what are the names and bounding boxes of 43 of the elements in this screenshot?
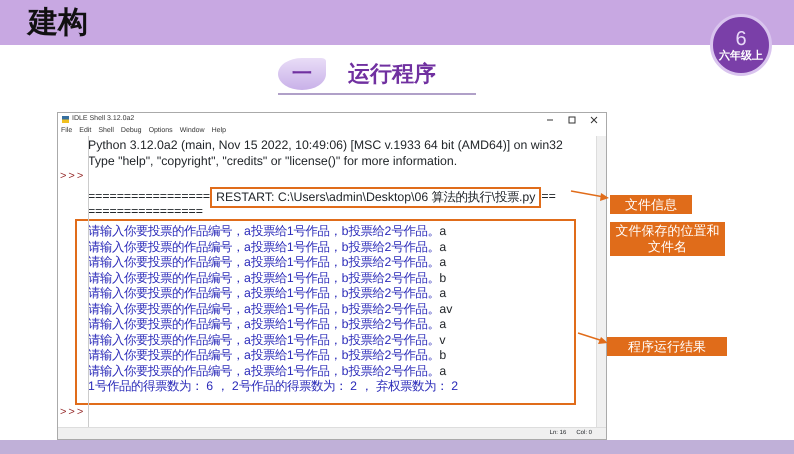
prompt: >>>	[59, 169, 86, 184]
scrollbar[interactable]	[596, 136, 606, 427]
input-text: a	[439, 240, 446, 255]
close-icon[interactable]	[590, 116, 598, 124]
prompt-text: 请输入你要投票的作品编号，a投票给1号作品，b投票给2号作品。	[88, 286, 440, 302]
output-line: Python 3.12.0a2 (main, Nov 15 2022, 10:49:06) [MSC v.1933 64 bit (AMD64)] on win32	[88, 138, 563, 154]
prompt-text: 请输入你要投票的作品编号，a投票给1号作品，b投票给2号作品。	[88, 348, 440, 364]
separator-text: ==	[541, 189, 556, 205]
prompt-text: 请输入你要投票的作品编号，a投票给1号作品，b投票给2号作品。	[88, 255, 440, 270]
arrow	[578, 332, 608, 344]
input-text: a	[439, 286, 446, 302]
prompt-text: 请输入你要投票的作品编号，a投票给1号作品，b投票给2号作品。	[88, 270, 440, 286]
input-text: b	[439, 270, 446, 286]
output-line: ================	[88, 207, 203, 217]
arrow	[570, 190, 609, 201]
prompt-text: 请输入你要投票的作品编号，a投票给1号作品，b投票给2号作品。	[88, 240, 440, 255]
section-number: 一	[278, 58, 326, 90]
section-title: 运行程序	[348, 60, 436, 88]
prompt: >>>	[59, 404, 86, 420]
grade-number: 6	[735, 28, 747, 48]
input-text: v	[439, 332, 446, 348]
prompt-text: 请输入你要投票的作品编号，a投票给1号作品，b投票给2号作品。	[88, 302, 440, 317]
python-icon	[62, 116, 69, 123]
prompt-text: 请输入你要投票的作品编号，a投票给1号作品，b投票给2号作品。	[88, 317, 440, 332]
input-text: a	[439, 224, 446, 240]
output-line: Type "help", "copyright", "credits" or "license()" for more information.	[88, 154, 458, 169]
grade-label: 六年级上	[719, 50, 763, 62]
input-text: b	[439, 348, 446, 364]
input-text: a	[439, 317, 446, 332]
maximize-icon[interactable]	[568, 116, 576, 124]
prompt-text: 请输入你要投票的作品编号，a投票给1号作品，b投票给2号作品。	[88, 224, 440, 240]
callout-label: 文件信息	[610, 195, 692, 214]
callout-label: 程序运行结果	[607, 337, 727, 356]
input-text: av	[439, 302, 452, 317]
input-text: a	[439, 364, 446, 379]
slide-title: 建构	[28, 6, 88, 39]
separator-text: =================	[88, 189, 210, 205]
prompt-text: 请输入你要投票的作品编号，a投票给1号作品，b投票给2号作品。	[88, 332, 440, 348]
prompt-text: 请输入你要投票的作品编号，a投票给1号作品，b投票给2号作品。	[88, 364, 440, 379]
callout-label: 文件保存的位置和文件名	[610, 222, 725, 256]
restart-message: RESTART: C:\Users\admin\Desktop\06 算法的执行\投票.py	[210, 186, 542, 208]
input-text: a	[439, 255, 446, 270]
result-text: 1号作品的得票数为： 6 ， 2号作品的得票数为： 2 ， 弃权票数为： 2	[88, 379, 458, 394]
